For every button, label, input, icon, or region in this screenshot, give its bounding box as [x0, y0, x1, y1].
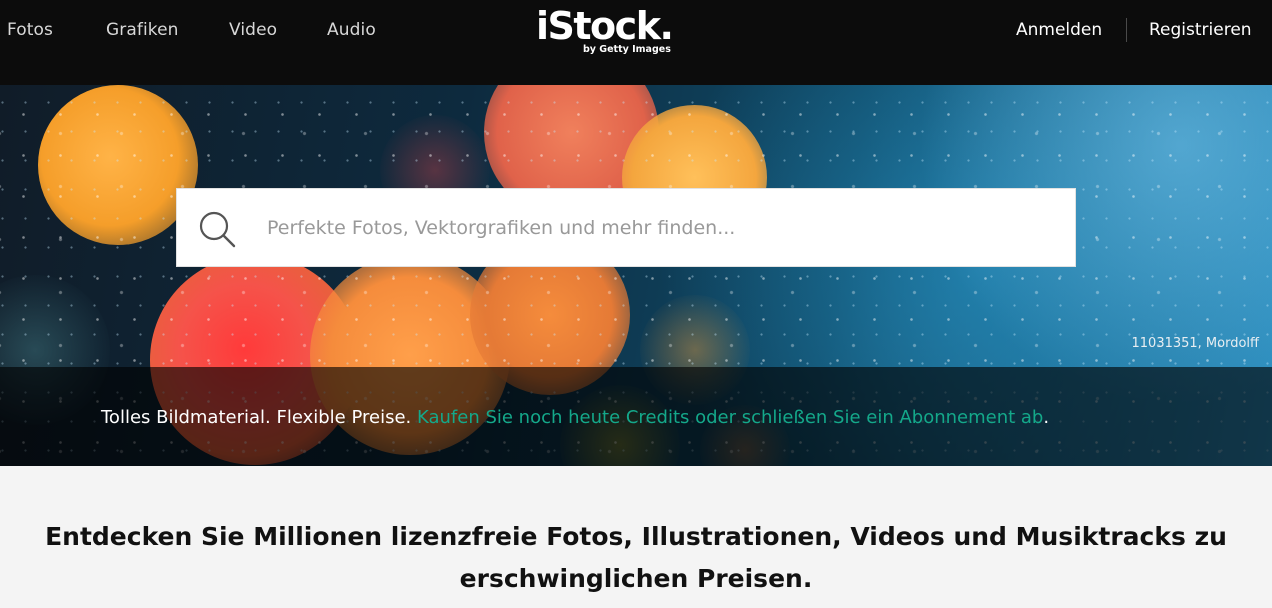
- image-credit: 11031351, Mordolff: [1131, 336, 1260, 351]
- logo-tagline: by Getty Images: [583, 44, 671, 55]
- intro-headline: Entdecken Sie Millionen lizenzfreie Foto…: [45, 522, 1227, 593]
- nav-link-grafiken[interactable]: Grafiken: [106, 20, 179, 40]
- hero-banner: 11031351, Mordolff Tolles Bildmaterial. …: [0, 85, 1272, 466]
- intro-section: Entdecken Sie Millionen lizenzfreie Foto…: [0, 466, 1272, 608]
- login-link[interactable]: Anmelden: [1016, 20, 1102, 40]
- search-icon[interactable]: [197, 209, 237, 249]
- top-navigation-bar: Fotos Grafiken Video Audio iStock. by Ge…: [0, 0, 1272, 85]
- promo-intro-text: Tolles Bildmaterial. Flexible Preise.: [101, 407, 417, 428]
- nav-link-audio[interactable]: Audio: [327, 20, 376, 40]
- search-bar[interactable]: [176, 188, 1076, 267]
- search-input[interactable]: [267, 189, 1057, 266]
- nav-link-video[interactable]: Video: [229, 20, 277, 40]
- promo-end-punctuation: .: [1043, 407, 1050, 428]
- register-link[interactable]: Registrieren: [1149, 20, 1252, 40]
- istock-logo[interactable]: iStock. by Getty Images: [536, 4, 676, 60]
- promo-message: Tolles Bildmaterial. Flexible Preise. Ka…: [101, 407, 1049, 428]
- nav-link-fotos[interactable]: Fotos: [7, 20, 53, 40]
- promo-banner: Tolles Bildmaterial. Flexible Preise. Ka…: [0, 367, 1272, 466]
- logo-wordmark: iStock.: [536, 4, 674, 48]
- promo-credits-link[interactable]: Kaufen Sie noch heute Credits oder schli…: [417, 407, 1043, 428]
- nav-divider: [1126, 18, 1127, 42]
